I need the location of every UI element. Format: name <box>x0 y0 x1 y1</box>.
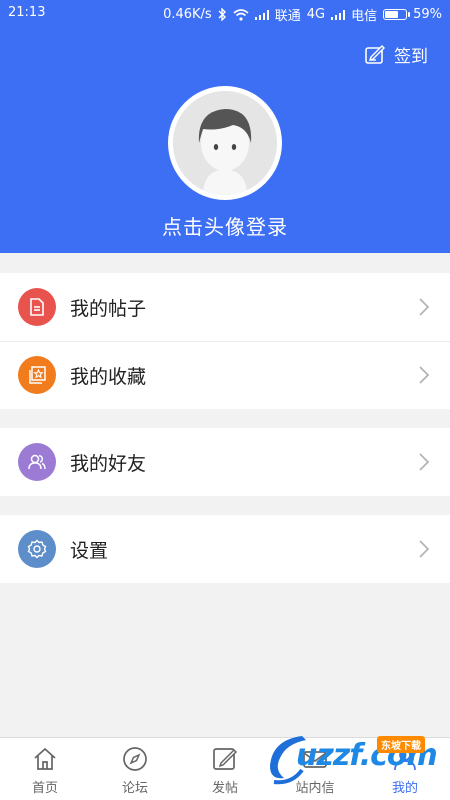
profile-header: 21:13 0.46K/s 联通 4G 电信 59% 签到 点击头像登录 <box>0 0 450 253</box>
menu-item-label: 我的收藏 <box>70 365 147 388</box>
checkin-button[interactable]: 签到 <box>364 42 428 67</box>
mail-icon <box>303 751 327 768</box>
tab-compose[interactable]: 发帖 <box>180 738 270 800</box>
wifi-icon <box>233 8 249 21</box>
person-icon <box>394 749 416 771</box>
chevron-right-icon <box>419 366 430 384</box>
menu-item-label: 设置 <box>70 539 109 562</box>
checkin-icon <box>365 44 385 64</box>
bluetooth-icon <box>218 8 226 21</box>
bottom-tab-bar: 首页 论坛 发帖 站内信 我的 <box>0 737 450 800</box>
tab-mine[interactable]: 我的 <box>360 738 450 800</box>
login-hint[interactable]: 点击头像登录 <box>0 211 450 240</box>
tab-label: 论坛 <box>121 781 148 796</box>
home-icon <box>34 747 56 770</box>
star-icon <box>18 356 56 394</box>
chevron-right-icon <box>419 540 430 558</box>
tab-label: 发帖 <box>211 781 238 796</box>
compass-icon <box>123 747 147 771</box>
signal-icon <box>331 9 346 20</box>
compose-icon <box>213 748 238 770</box>
tab-forum[interactable]: 论坛 <box>90 738 180 800</box>
chevron-right-icon <box>419 298 430 316</box>
menu-group-posts: 我的帖子 我的收藏 <box>0 273 450 409</box>
menu-item-settings[interactable]: 设置 <box>0 515 450 583</box>
menu-group-settings: 设置 <box>0 515 450 583</box>
status-time: 21:13 <box>8 5 46 20</box>
chevron-right-icon <box>419 453 430 471</box>
tab-label: 我的 <box>391 781 418 796</box>
carrier-1: 联通 <box>274 9 301 24</box>
network-type: 4G <box>306 7 326 22</box>
default-avatar-icon <box>173 91 277 195</box>
tab-label: 首页 <box>31 781 58 796</box>
battery-percent: 59% <box>413 7 442 22</box>
menu-item-label: 我的帖子 <box>70 297 147 320</box>
carrier-2: 电信 <box>351 9 378 24</box>
tab-home[interactable]: 首页 <box>0 738 90 800</box>
avatar[interactable] <box>168 86 282 200</box>
network-speed: 0.46K/s <box>163 7 212 22</box>
menu-item-label: 我的好友 <box>70 452 147 475</box>
signal-icon <box>254 9 269 20</box>
menu-item-my-favorites[interactable]: 我的收藏 <box>0 341 450 409</box>
gear-icon <box>18 530 56 568</box>
battery-icon <box>383 9 411 20</box>
tab-label: 站内信 <box>295 781 335 796</box>
menu-item-my-friends[interactable]: 我的好友 <box>0 428 450 496</box>
tab-messages[interactable]: 站内信 <box>270 738 360 800</box>
friends-icon <box>18 443 56 481</box>
menu-group-friends: 我的好友 <box>0 428 450 496</box>
checkin-label: 签到 <box>394 47 428 67</box>
status-bar: 21:13 0.46K/s 联通 4G 电信 59% <box>0 0 450 26</box>
menu-item-my-posts[interactable]: 我的帖子 <box>0 273 450 341</box>
document-icon <box>18 288 56 326</box>
